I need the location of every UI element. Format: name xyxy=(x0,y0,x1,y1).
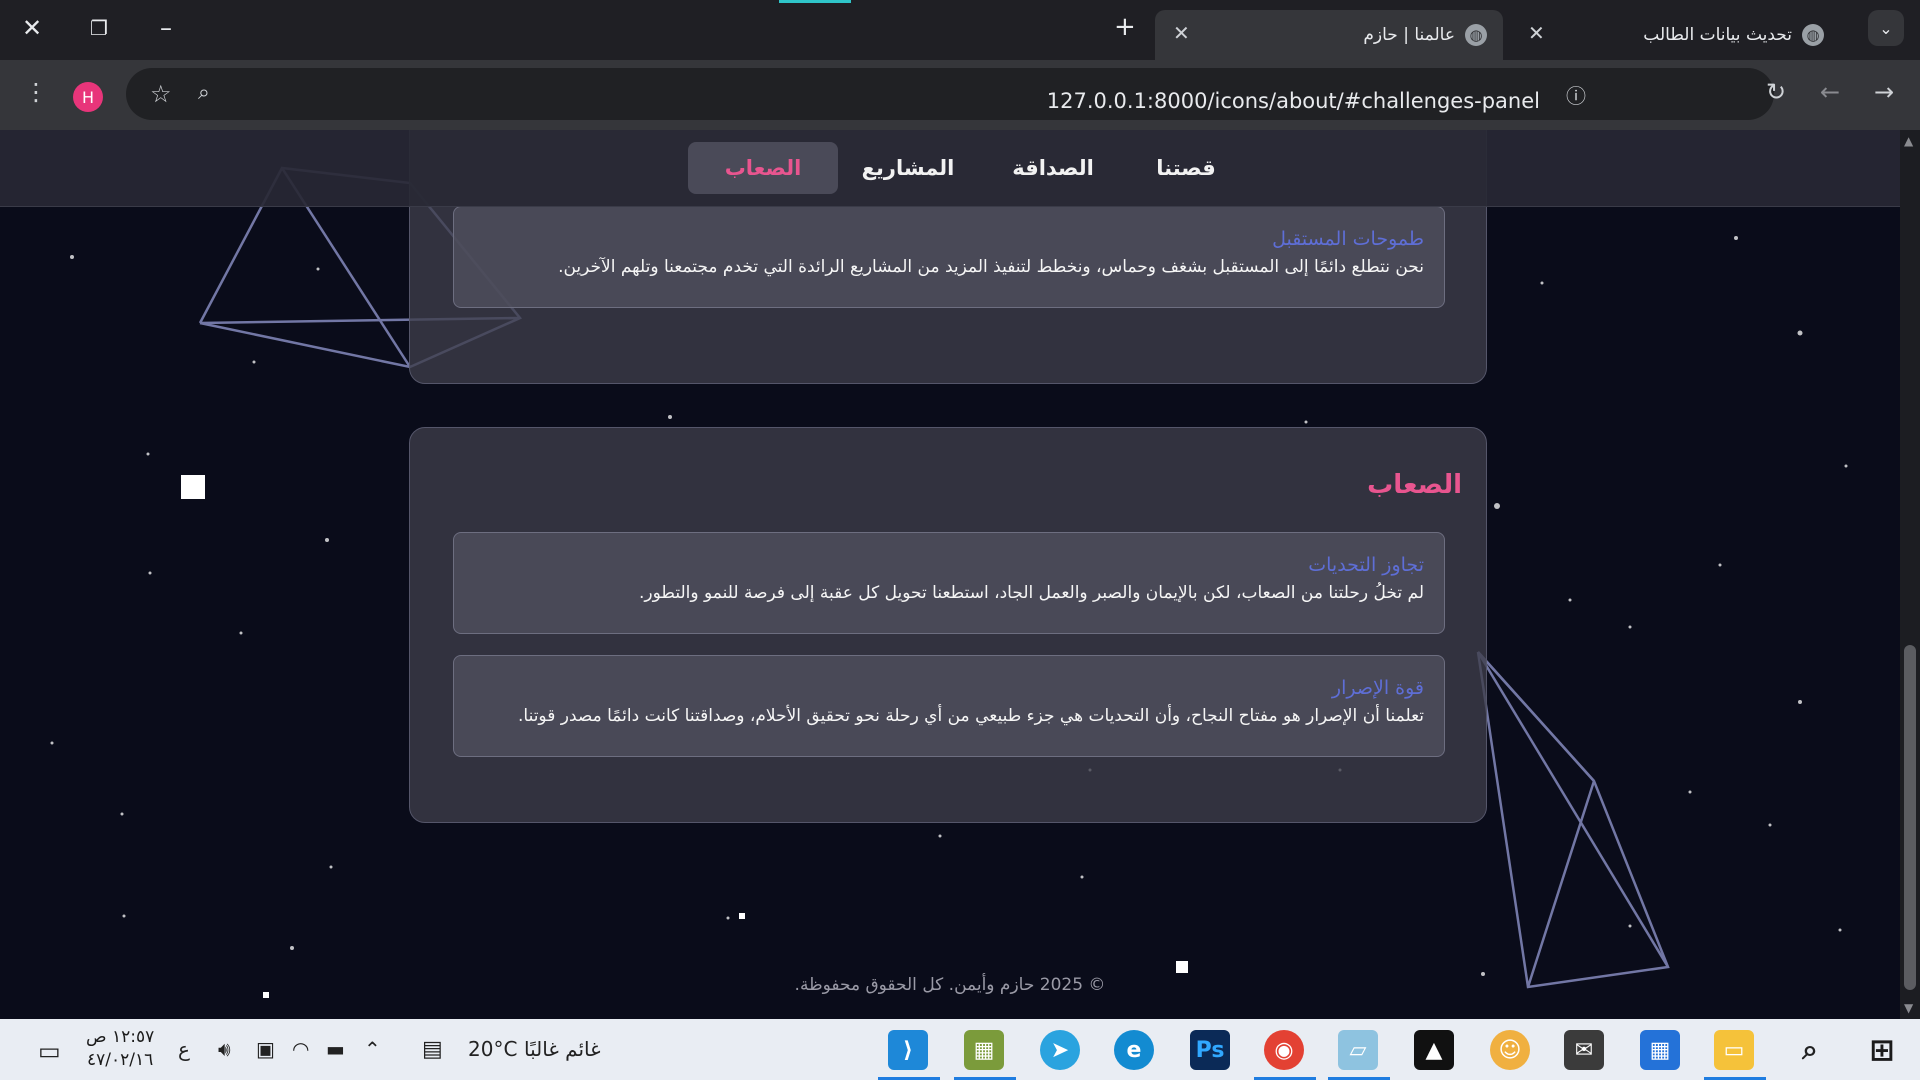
globe-icon: ◍ xyxy=(1802,24,1824,46)
zoom-icon[interactable]: ⌕ xyxy=(198,80,210,105)
profile-avatar[interactable]: H xyxy=(73,82,103,112)
page-scrollbar[interactable]: ▲ ▼ xyxy=(1900,130,1920,1019)
tab-title: تحديث بيانات الطالب xyxy=(1643,25,1792,45)
site-navbar: قصتنا الصداقة المشاريع الصعاب xyxy=(0,130,1900,207)
search-icon[interactable]: ⌕ xyxy=(1790,1030,1830,1070)
clock[interactable]: ١٢:٥٧ ص ٤٧/٠٢/١٦ xyxy=(86,1026,154,1072)
challenge-card: قوة الإصرار تعلمنا أن الإصرار هو مفتاح ا… xyxy=(453,655,1445,757)
back-icon[interactable]: ← xyxy=(1820,78,1840,106)
mail-icon[interactable]: ✉ xyxy=(1564,1030,1604,1070)
card-title: طموحات المستقبل xyxy=(1272,228,1424,250)
weather-text[interactable]: غائم غالبًا xyxy=(524,1037,601,1061)
browser-tab-bar: ✕ ❐ – + ✕ عالمنا | حازم ◍ ✕ تحديث بيانات… xyxy=(0,0,1920,60)
weather-icon[interactable]: ▤ xyxy=(422,1037,443,1062)
card-text: لم تخلُ رحلتنا من الصعاب، لكن بالإيمان و… xyxy=(639,583,1424,603)
footer-copyright: © 2025 حازم وأيمن. كل الحقوق محفوظة. xyxy=(794,975,1106,995)
card-text: تعلمنا أن الإصرار هو مفتاح النجاح، وأن ا… xyxy=(517,706,1424,726)
omnibox[interactable]: ☆ ⌕ 127.0.0.1:8000/icons/about/#challeng… xyxy=(126,68,1774,120)
new-tab-icon[interactable]: + xyxy=(1114,12,1136,42)
volume-icon[interactable]: 🔊︎ xyxy=(218,1037,231,1061)
temperature[interactable]: 20°C xyxy=(468,1037,517,1061)
nav-challenges[interactable]: الصعاب xyxy=(688,142,838,194)
floating-square xyxy=(1176,961,1188,973)
start-icon[interactable]: ⊞ xyxy=(1862,1030,1902,1070)
floating-square xyxy=(181,475,205,499)
card-title: قوة الإصرار xyxy=(1331,677,1424,699)
app-icon[interactable]: ▦ xyxy=(964,1030,1004,1070)
telegram-icon[interactable]: ➤ xyxy=(1040,1030,1080,1070)
battery-icon[interactable]: ▬ xyxy=(326,1037,345,1061)
close-tab-icon[interactable]: ✕ xyxy=(1528,21,1545,45)
wifi-icon[interactable]: ◠ xyxy=(292,1037,309,1061)
loading-indicator xyxy=(779,0,851,3)
minimize-window-icon[interactable]: – xyxy=(160,14,172,42)
vscode-icon[interactable]: ⟩ xyxy=(888,1030,928,1070)
menu-icon[interactable]: ⋮ xyxy=(24,78,48,106)
nav-friendship[interactable]: الصداقة xyxy=(976,142,1130,194)
meet-icon[interactable]: ▣ xyxy=(256,1037,275,1061)
files-icon[interactable]: ▱ xyxy=(1338,1030,1378,1070)
restore-window-icon[interactable]: ❐ xyxy=(90,16,108,40)
globe-icon: ◍ xyxy=(1465,24,1487,46)
url-text[interactable]: 127.0.0.1:8000/icons/about/#challenges-p… xyxy=(1047,89,1540,113)
store-icon[interactable]: ▦ xyxy=(1640,1030,1680,1070)
edge-icon[interactable]: e xyxy=(1114,1030,1154,1070)
photos-icon[interactable]: ▲ xyxy=(1414,1030,1454,1070)
scroll-thumb[interactable] xyxy=(1904,645,1916,990)
avatar-app-icon[interactable]: ☺ xyxy=(1490,1030,1530,1070)
future-card: طموحات المستقبل نحن نتطلع دائمًا إلى الم… xyxy=(453,206,1445,308)
floating-square xyxy=(739,913,745,919)
bookmark-star-icon[interactable]: ☆ xyxy=(150,80,172,108)
tray-chevron-icon[interactable]: ⌃ xyxy=(364,1037,381,1061)
nav-story[interactable]: قصتنا xyxy=(1116,142,1256,194)
address-bar-row: ⋮ H ☆ ⌕ 127.0.0.1:8000/icons/about/#chal… xyxy=(0,60,1920,130)
tab-title: عالمنا | حازم xyxy=(1363,25,1455,45)
scroll-up-icon[interactable]: ▲ xyxy=(1904,134,1913,148)
site-info-icon[interactable]: ⓘ xyxy=(1566,80,1586,109)
clock-date: ٤٧/٠٢/١٦ xyxy=(86,1050,154,1070)
chrome-icon[interactable]: ◉ xyxy=(1264,1030,1304,1070)
scroll-down-icon[interactable]: ▼ xyxy=(1904,1001,1913,1015)
reload-icon[interactable]: ↻ xyxy=(1766,78,1786,106)
page-viewport: طموحات المستقبل نحن نتطلع دائمًا إلى الم… xyxy=(0,130,1900,1019)
notification-icon[interactable]: ▭ xyxy=(38,1037,61,1065)
card-text: نحن نتطلع دائمًا إلى المستقبل بشغف وحماس… xyxy=(558,257,1424,277)
panel-title: الصعاب xyxy=(1367,470,1462,500)
challenges-panel: الصعاب تجاوز التحديات لم تخلُ رحلتنا من … xyxy=(409,427,1487,823)
close-tab-icon[interactable]: ✕ xyxy=(1173,21,1190,45)
tab-student-update[interactable]: ✕ تحديث بيانات الطالب ◍ xyxy=(1520,10,1840,60)
photoshop-icon[interactable]: Ps xyxy=(1190,1030,1230,1070)
challenge-card: تجاوز التحديات لم تخلُ رحلتنا من الصعاب،… xyxy=(453,532,1445,634)
language-indicator[interactable]: ع xyxy=(178,1037,190,1061)
windows-taskbar: ▭ ١٢:٥٧ ص ٤٧/٠٢/١٦ ع 🔊︎ ▣ ◠ ▬ ⌃ ▤ 20°C غ… xyxy=(0,1019,1920,1080)
explorer-icon[interactable]: ▭ xyxy=(1714,1030,1754,1070)
tab-search-chevron-icon[interactable]: ⌄ xyxy=(1868,10,1904,46)
clock-time: ١٢:٥٧ ص xyxy=(86,1027,155,1047)
nav-projects[interactable]: المشاريع xyxy=(826,142,990,194)
tab-world[interactable]: ✕ عالمنا | حازم ◍ xyxy=(1155,10,1503,60)
close-window-icon[interactable]: ✕ xyxy=(22,14,42,42)
card-title: تجاوز التحديات xyxy=(1308,554,1424,576)
forward-icon[interactable]: → xyxy=(1874,78,1894,106)
